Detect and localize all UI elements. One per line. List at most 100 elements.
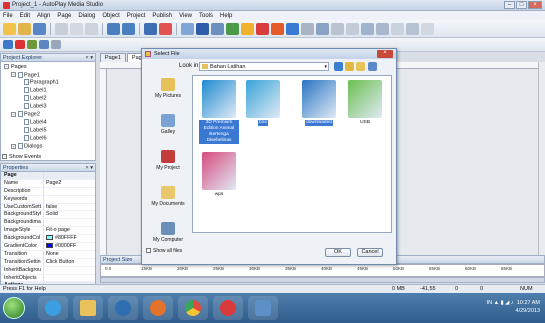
file-item[interactable]: USB: [345, 80, 385, 126]
tree-item-label5[interactable]: Label5: [4, 127, 95, 135]
property-row[interactable]: InheritBackgrou: [1, 266, 95, 275]
clock-date[interactable]: 4/29/2013: [487, 307, 540, 315]
tree-item-label2[interactable]: Label2: [4, 95, 95, 103]
tree-item-page2[interactable]: − Page2: [4, 111, 95, 119]
properties-icon[interactable]: [27, 40, 37, 49]
menu-page[interactable]: Page: [57, 13, 71, 19]
property-row[interactable]: GradientColor #0000FF: [1, 243, 95, 251]
start-button[interactable]: [3, 297, 25, 319]
tree-item-page1[interactable]: − Page1: [4, 71, 95, 80]
place-my-project[interactable]: My Project: [146, 150, 190, 183]
label-object-icon[interactable]: [196, 22, 209, 35]
copy-icon[interactable]: [70, 22, 83, 35]
tree-item-label6[interactable]: Label6: [4, 135, 95, 143]
taskbar-autoplay[interactable]: [213, 296, 243, 320]
image-object-icon[interactable]: [226, 22, 239, 35]
video-object-icon[interactable]: [256, 22, 269, 35]
tree-item-pages[interactable]: − Pages: [4, 64, 95, 72]
taskbar-explorer[interactable]: [73, 296, 103, 320]
cancel-button[interactable]: Cancel: [357, 248, 383, 257]
place-my-documents[interactable]: My Documents: [146, 186, 190, 219]
property-row[interactable]: ImageStyle Fit-o page: [1, 227, 95, 236]
tree-item-label1[interactable]: Label1: [4, 87, 95, 95]
arrange-icon[interactable]: [39, 40, 49, 49]
tree-item-label4[interactable]: Label4: [4, 119, 95, 127]
property-value[interactable]: None: [43, 250, 95, 258]
ok-button[interactable]: OK: [325, 248, 351, 257]
tree-object-icon[interactable]: [361, 22, 374, 35]
menu-project[interactable]: Project: [127, 13, 146, 19]
taskbar-chrome[interactable]: [178, 296, 208, 320]
back-icon[interactable]: [334, 62, 343, 71]
menu-help[interactable]: Help: [220, 13, 232, 19]
property-row[interactable]: InheritObjects: [1, 274, 95, 283]
menu-file[interactable]: File: [3, 13, 13, 19]
hotspot-object-icon[interactable]: [301, 22, 314, 35]
place-galley[interactable]: Galley: [146, 114, 190, 147]
show-events-checkbox[interactable]: Show Events: [2, 154, 41, 160]
taskbar-firefox[interactable]: [143, 296, 173, 320]
paste-icon[interactable]: [85, 22, 98, 35]
slideshow-object-icon[interactable]: [391, 22, 404, 35]
delete-icon[interactable]: [15, 40, 25, 49]
progress-object-icon[interactable]: [346, 22, 359, 35]
menu-view[interactable]: View: [179, 13, 192, 19]
save-icon[interactable]: [33, 22, 46, 35]
menu-object[interactable]: Object: [102, 13, 119, 19]
tree-item-paragraph1[interactable]: Paragraph1: [4, 79, 95, 87]
redo-icon[interactable]: [122, 22, 135, 35]
taskbar-app[interactable]: [248, 296, 278, 320]
clock-time[interactable]: 10:27 AM: [517, 300, 540, 306]
up-folder-icon[interactable]: [345, 62, 354, 71]
open-folder-icon[interactable]: [18, 22, 31, 35]
taskbar-media[interactable]: [108, 296, 138, 320]
property-value[interactable]: [43, 187, 95, 195]
cut-icon[interactable]: [55, 22, 68, 35]
select-icon[interactable]: [3, 40, 13, 49]
paragraph-object-icon[interactable]: [211, 22, 224, 35]
property-value[interactable]: Fit-o page: [43, 227, 95, 235]
property-value[interactable]: #0000FF: [43, 243, 95, 250]
property-value[interactable]: Click Button: [43, 258, 95, 266]
property-value[interactable]: [43, 172, 95, 179]
close-button[interactable]: ×: [528, 1, 542, 9]
horizontal-scrollbar[interactable]: [100, 277, 545, 283]
property-row[interactable]: Backgroundima: [1, 219, 95, 228]
property-value[interactable]: [43, 266, 95, 274]
menu-align[interactable]: Align: [37, 13, 50, 19]
xbutton-object-icon[interactable]: [406, 22, 419, 35]
file-item[interactable]: box: [243, 80, 283, 126]
button-object-icon[interactable]: [181, 22, 194, 35]
property-row[interactable]: BackgroundCol #80FFFF: [1, 235, 95, 244]
flash-object-icon[interactable]: [241, 22, 254, 35]
tree-item-label3[interactable]: Label3: [4, 103, 95, 111]
menu-dialog[interactable]: Dialog: [78, 13, 95, 19]
property-section[interactable]: Page: [1, 172, 95, 180]
property-value[interactable]: [43, 195, 95, 203]
vertical-scrollbar[interactable]: [538, 62, 545, 255]
align-icon[interactable]: [51, 40, 61, 49]
taskbar-ie[interactable]: [38, 296, 68, 320]
file-item[interactable]: 3D Premium Edition Animal Bertenga Diseb…: [199, 80, 239, 144]
new-folder-icon[interactable]: [356, 62, 365, 71]
property-row[interactable]: TransitionSettin Click Button: [1, 258, 95, 267]
property-row[interactable]: UseCustomSett false: [1, 203, 95, 212]
grid-object-icon[interactable]: [376, 22, 389, 35]
menu-edit[interactable]: Edit: [20, 13, 30, 19]
property-row[interactable]: Name Page2: [1, 179, 95, 188]
property-value[interactable]: false: [43, 203, 95, 211]
tab-page1[interactable]: Page1: [100, 53, 126, 62]
property-row[interactable]: Transition None: [1, 250, 95, 259]
new-project-icon[interactable]: [3, 22, 16, 35]
maximize-button[interactable]: □: [516, 1, 527, 9]
property-value[interactable]: Solid: [43, 211, 95, 219]
tree-item-dialogs[interactable]: + Dialogs: [4, 143, 95, 151]
dialog-close-button[interactable]: ×: [377, 50, 393, 58]
property-value[interactable]: [43, 274, 95, 282]
file-item[interactable]: wps: [199, 152, 239, 198]
view-menu-icon[interactable]: [368, 62, 377, 71]
show-all-files-checkbox[interactable]: Show all files: [146, 248, 182, 254]
combo-object-icon[interactable]: [331, 22, 344, 35]
input-object-icon[interactable]: [286, 22, 299, 35]
property-value[interactable]: #80FFFF: [43, 235, 95, 243]
